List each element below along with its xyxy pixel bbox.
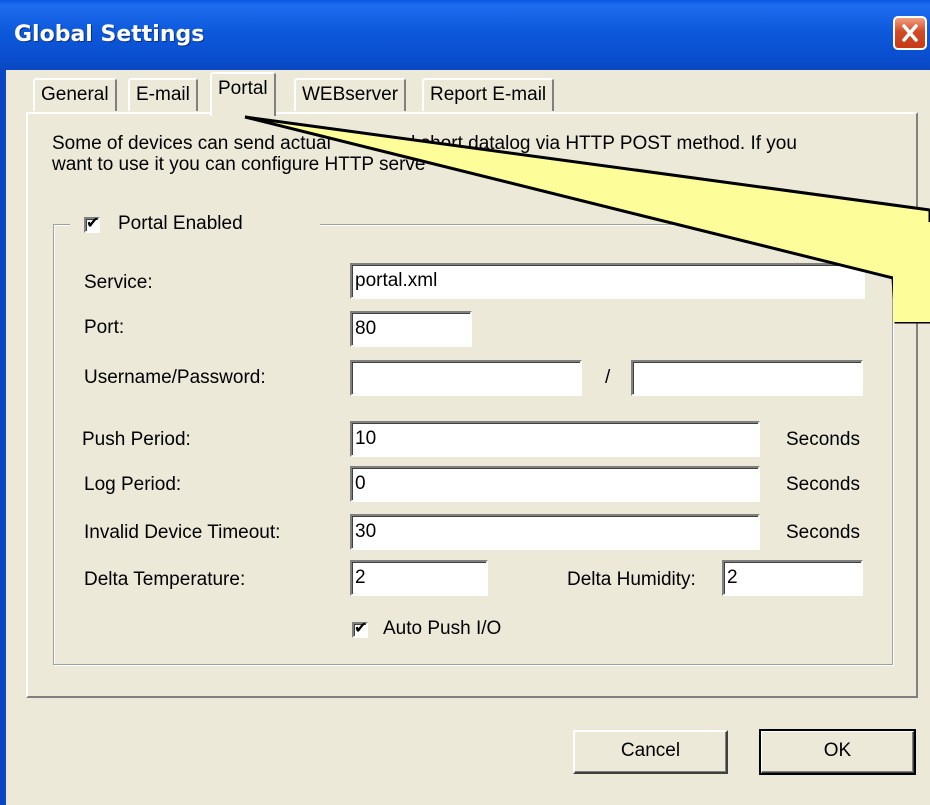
delta-temperature-label: Delta Temperature: <box>84 569 246 590</box>
push-period-input[interactable]: 10 <box>350 421 760 457</box>
log-period-input[interactable]: 0 <box>350 466 760 502</box>
credentials-separator: / <box>605 367 611 388</box>
tab-email[interactable]: E-mail <box>128 78 198 111</box>
invalid-timeout-unit: Seconds <box>786 522 860 543</box>
username-input[interactable] <box>350 360 582 396</box>
log-period-label: Log Period: <box>84 474 182 495</box>
ok-label: OK <box>823 740 852 761</box>
window-title: Global Settings <box>14 22 205 47</box>
tab-label: WEBserver <box>302 84 399 105</box>
port-input[interactable]: 80 <box>350 311 472 347</box>
cancel-label: Cancel <box>620 740 681 761</box>
check-icon: ✔ <box>86 215 100 232</box>
auto-push-checkbox[interactable]: ✔ <box>352 620 368 638</box>
portal-description: Some of devices can send actual and shor… <box>52 133 912 175</box>
tab-label: Portal <box>218 78 268 99</box>
close-icon <box>902 24 918 42</box>
log-period-unit: Seconds <box>786 474 860 495</box>
check-icon: ✔ <box>354 620 368 637</box>
service-label: Service: <box>84 272 153 293</box>
description-line-1-end: and short datalog via HTTP POST method. … <box>383 133 797 154</box>
service-input[interactable]: portal.xml <box>350 263 865 299</box>
delta-temperature-input[interactable]: 2 <box>350 560 488 596</box>
credentials-label: Username/Password: <box>84 367 266 388</box>
push-period-unit: Seconds <box>786 429 860 450</box>
tab-label: Report E-mail <box>430 84 547 105</box>
tab-report-email[interactable]: Report E-mail <box>422 78 555 111</box>
window-border <box>0 70 6 805</box>
tab-portal[interactable]: Portal <box>210 72 276 116</box>
push-period-label: Push Period: <box>82 429 191 450</box>
portal-enabled-label: Portal Enabled <box>118 213 243 234</box>
description-line-2: want to use it you can configure HTTP se… <box>52 154 426 175</box>
description-line-1: Some of devices can send actual <box>52 133 331 154</box>
invalid-timeout-label: Invalid Device Timeout: <box>84 522 281 543</box>
tab-webserver[interactable]: WEBserver <box>294 78 407 111</box>
tab-label: General <box>41 84 109 105</box>
ok-button[interactable]: OK <box>759 729 916 775</box>
auto-push-label: Auto Push I/O <box>383 618 502 639</box>
cancel-button[interactable]: Cancel <box>573 730 728 774</box>
invalid-timeout-input[interactable]: 30 <box>350 514 760 550</box>
tab-label: E-mail <box>136 84 190 105</box>
delta-humidity-label: Delta Humidity: <box>567 569 696 590</box>
port-label: Port: <box>84 317 125 338</box>
delta-humidity-input[interactable]: 2 <box>722 560 863 596</box>
close-button[interactable] <box>893 16 927 50</box>
tab-general[interactable]: General <box>33 78 117 111</box>
password-input[interactable] <box>631 360 863 396</box>
portal-enabled-checkbox[interactable]: ✔ <box>84 215 100 233</box>
